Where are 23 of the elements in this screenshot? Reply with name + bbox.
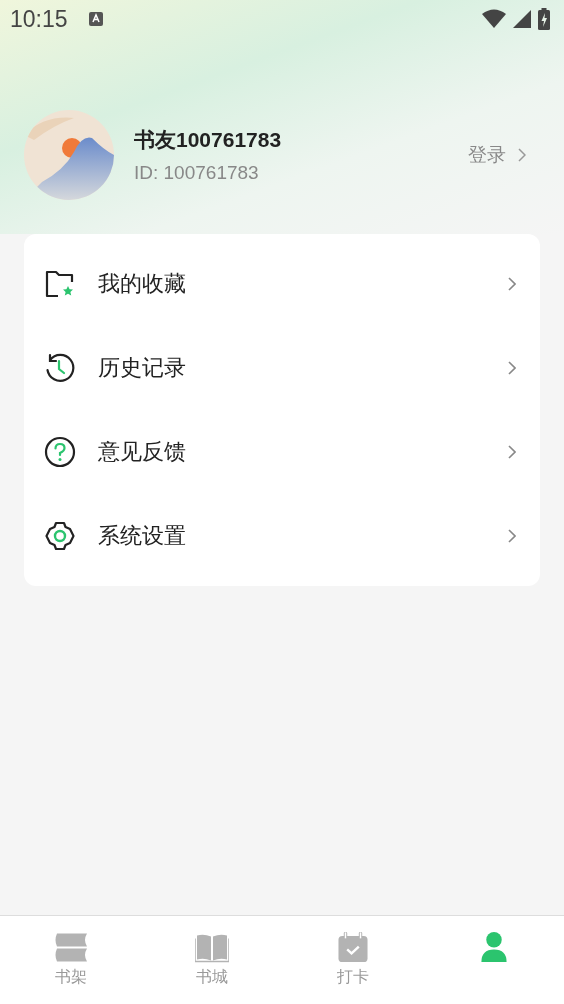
keyboard-notification-icon [87,11,104,27]
stacked-books-icon [53,932,88,963]
chevron-icon [508,277,516,291]
menu-item[interactable]: 意见反馈 [24,410,540,494]
menu-item[interactable]: 我的收藏 [24,242,540,326]
wifi-icon [482,9,506,29]
settings-icon [44,520,76,552]
open-book-icon [194,932,229,963]
chevron-icon [518,148,526,162]
chevron-icon [508,529,516,543]
signal-icon [512,9,532,29]
chevron-icon [508,445,516,459]
menu-item[interactable]: 系统设置 [24,494,540,578]
calendar-check-icon [335,932,370,963]
status-time: 10:15 [10,5,68,33]
user-name: 书友100761783 [134,127,283,153]
battery-icon [538,8,550,30]
menu-item[interactable]: 历史记录 [24,326,540,410]
folder-star-icon [44,268,76,300]
history-clock-icon [44,352,76,384]
question-icon [44,436,76,468]
chevron-icon [508,361,516,375]
user-id: ID: 100761783 [134,162,260,184]
